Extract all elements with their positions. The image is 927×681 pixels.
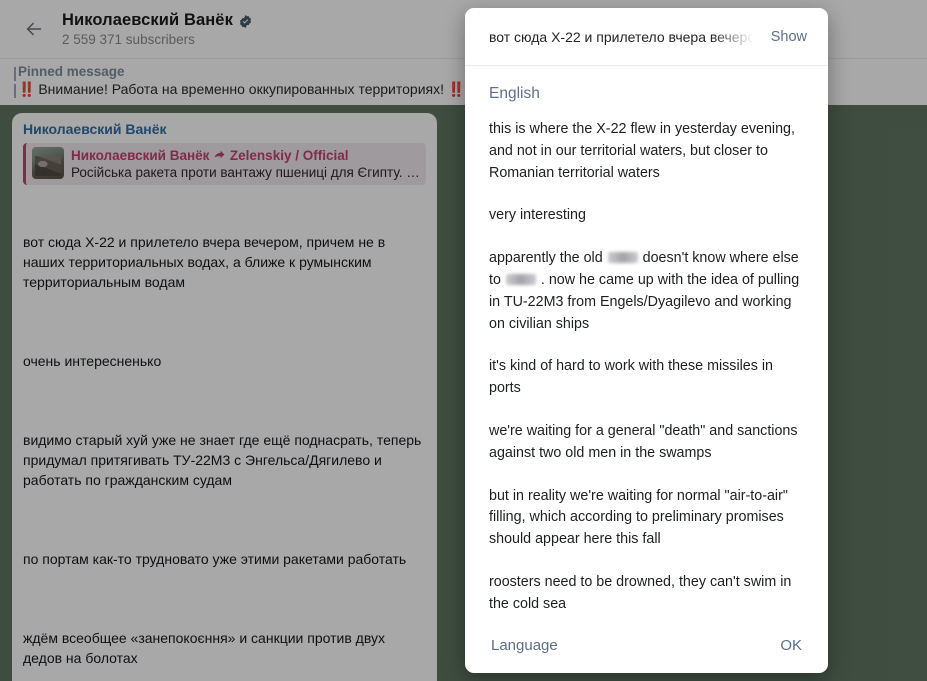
translation-paragraph: it's kind of hard to work with these mis… xyxy=(489,358,774,397)
source-text-container: вот сюда Х-22 и прилетело вчера вечером, xyxy=(489,26,759,47)
translation-paragraph: very interesting xyxy=(489,207,586,224)
show-original-button[interactable]: Show xyxy=(769,25,809,49)
source-text: вот сюда Х-22 и прилетело вчера вечером, xyxy=(489,28,759,45)
redacted-word-icon xyxy=(505,273,536,285)
language-button[interactable]: Language xyxy=(489,631,560,660)
translation-paragraph: we're waiting for a general "death" and … xyxy=(489,422,798,461)
translation-paragraph: but in reality we're waiting for normal … xyxy=(489,487,788,548)
ok-button[interactable]: OK xyxy=(778,631,804,660)
translate-dialog-footer: Language OK xyxy=(465,618,828,673)
translation-body[interactable]: English this is where the X-22 flew in y… xyxy=(465,66,828,618)
redacted-word-icon xyxy=(607,252,638,264)
translate-dialog: вот сюда Х-22 и прилетело вчера вечером,… xyxy=(465,8,828,673)
translation-paragraph: this is where the X-22 flew in yesterday… xyxy=(489,121,795,181)
translation-paragraph-redacted: apparently the old doesn't know where el… xyxy=(489,248,804,335)
redacted-text-part-1: apparently the old xyxy=(489,250,603,267)
translation-paragraph: roosters need to be drowned, they can't … xyxy=(489,573,792,612)
translate-dialog-header: вот сюда Х-22 и прилетело вчера вечером,… xyxy=(465,8,828,66)
language-heading: English xyxy=(489,85,540,102)
